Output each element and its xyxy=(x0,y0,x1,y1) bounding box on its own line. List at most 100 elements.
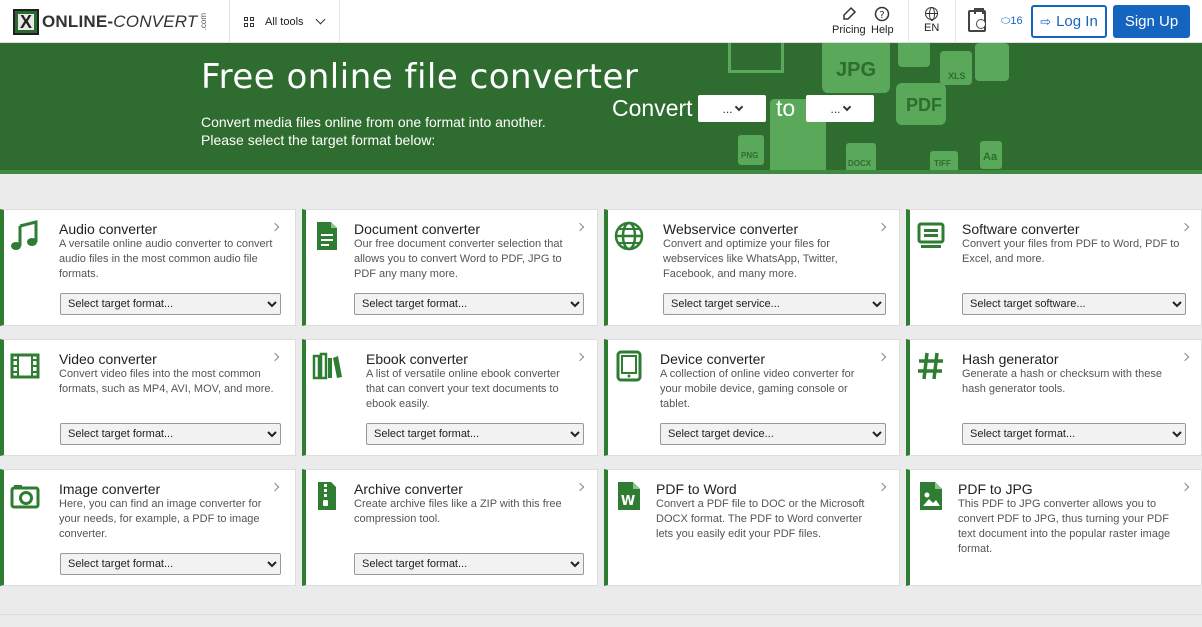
login-button[interactable]: ⇨ Log In xyxy=(1031,5,1107,38)
card-document-converter[interactable]: Document converter Our free document con… xyxy=(302,209,598,326)
top-navbar: ONLINE-CONVERT .com All tools Pricing ? … xyxy=(0,0,1202,43)
target-format-select[interactable]: Select target format... xyxy=(354,293,584,315)
card-archive-converter[interactable]: Archive converter Create archive files l… xyxy=(302,469,598,586)
hero-bottom-strip xyxy=(0,170,1202,174)
target-service-select[interactable]: Select target service... xyxy=(663,293,886,315)
card-description: A collection of online video converter f… xyxy=(660,368,855,410)
card-image-converter[interactable]: Image converter Here, you can find an im… xyxy=(0,469,296,586)
film-strip-icon xyxy=(10,353,40,379)
word-file-icon: W xyxy=(618,482,640,510)
from-format-select[interactable]: ... xyxy=(698,95,766,122)
signup-button[interactable]: Sign Up xyxy=(1113,5,1190,38)
chevron-right-icon xyxy=(575,352,585,362)
all-tools-label: All tools xyxy=(265,15,304,28)
jpg-file-icon: JPG xyxy=(822,43,890,93)
hash-icon xyxy=(918,352,943,380)
pricing-link[interactable]: Pricing xyxy=(832,6,866,36)
to-label: to xyxy=(776,95,796,121)
card-software-converter[interactable]: Software converter Convert your files fr… xyxy=(906,209,1202,326)
font-file-icon: Aa xyxy=(980,141,1002,169)
target-format-select[interactable]: Select target format... xyxy=(60,293,281,315)
card-title: PDF to JPG xyxy=(958,481,1033,497)
target-format-select[interactable]: Select target format... xyxy=(366,423,584,445)
target-software-select[interactable]: Select target software... xyxy=(962,293,1186,315)
card-title: Archive converter xyxy=(354,481,463,497)
card-description: Here, you can find an image converter fo… xyxy=(59,498,262,540)
zip-file-icon xyxy=(318,482,336,510)
logo-text: ONLINE-CONVERT xyxy=(42,11,198,31)
card-description: Our free document converter selection th… xyxy=(354,238,563,280)
hero-title: Free online file converter xyxy=(201,57,639,97)
camera-icon xyxy=(10,485,40,509)
clipboard-history-icon[interactable] xyxy=(968,8,986,32)
card-title: Device converter xyxy=(660,351,766,367)
chevron-down-icon xyxy=(315,14,325,25)
image-file-icon xyxy=(920,482,942,510)
to-format-select[interactable]: ... xyxy=(806,95,874,122)
grid-icon xyxy=(244,16,254,27)
target-device-select[interactable]: Select target device... xyxy=(660,423,886,445)
from-format-value: ... xyxy=(722,101,733,116)
card-hash-generator[interactable]: Hash generator Generate a hash or checks… xyxy=(906,339,1202,456)
to-format-value: ... xyxy=(830,101,841,116)
credits-counter[interactable]: ⬭16 xyxy=(1001,15,1023,28)
image-file-icon xyxy=(898,43,930,67)
login-icon: ⇨ xyxy=(1040,13,1052,29)
target-format-select[interactable]: Select target format... xyxy=(962,423,1186,445)
target-format-select[interactable]: Select target format... xyxy=(60,553,281,575)
docx-file-icon: DOCX xyxy=(846,143,876,173)
chevron-right-icon xyxy=(575,482,585,492)
card-description: A versatile online audio converter to co… xyxy=(59,238,273,280)
card-description: Convert your files from PDF to Word, PDF… xyxy=(962,238,1180,265)
pdf-file-icon: PDF xyxy=(896,83,946,125)
card-description: Convert a PDF file to DOC or the Microso… xyxy=(656,498,865,540)
books-icon xyxy=(312,352,342,380)
divider xyxy=(339,0,340,43)
card-title: Ebook converter xyxy=(366,351,468,367)
document-icon xyxy=(317,222,337,250)
help-label: Help xyxy=(871,24,894,36)
card-description: Generate a hash or checksum with these h… xyxy=(962,368,1162,395)
pricing-label: Pricing xyxy=(832,24,866,36)
card-video-converter[interactable]: Video converter Convert video files into… xyxy=(0,339,296,456)
card-pdf-to-word[interactable]: W PDF to Word Convert a PDF file to DOC … xyxy=(604,469,900,586)
xls-file-icon: XLS xyxy=(940,51,972,85)
target-format-select[interactable]: Select target format... xyxy=(354,553,584,575)
card-title: Audio converter xyxy=(59,221,158,237)
card-webservice-converter[interactable]: Webservice converter Convert and optimiz… xyxy=(604,209,900,326)
card-device-converter[interactable]: Device converter A collection of online … xyxy=(604,339,900,456)
chevron-right-icon xyxy=(1180,222,1190,232)
logo-icon xyxy=(13,8,39,35)
card-ebook-converter[interactable]: Ebook converter A list of versatile onli… xyxy=(302,339,598,456)
card-description: Convert video files into the most common… xyxy=(59,368,274,395)
globe-icon xyxy=(925,7,939,21)
question-circle-icon: ? xyxy=(875,6,890,22)
card-description: This PDF to JPG converter allows you to … xyxy=(958,498,1171,555)
card-audio-converter[interactable]: Audio converter A versatile online audio… xyxy=(0,209,296,326)
target-format-select[interactable]: Select target format... xyxy=(60,423,281,445)
card-title: Image converter xyxy=(59,481,161,497)
card-title: PDF to Word xyxy=(656,481,737,497)
login-label: Log In xyxy=(1056,13,1098,30)
svg-text:W: W xyxy=(621,494,635,509)
divider xyxy=(955,0,956,43)
chevron-right-icon xyxy=(270,482,280,492)
language-selector[interactable]: EN xyxy=(924,6,939,34)
chevron-right-icon xyxy=(877,482,887,492)
card-title: Webservice converter xyxy=(663,221,799,237)
site-logo[interactable]: ONLINE-CONVERT .com xyxy=(13,8,208,35)
card-pdf-to-jpg[interactable]: PDF to JPG This PDF to JPG converter all… xyxy=(906,469,1202,586)
chevron-right-icon xyxy=(270,222,280,232)
help-link[interactable]: ? Help xyxy=(871,6,894,36)
language-label: EN xyxy=(924,22,940,34)
chevron-right-icon xyxy=(1180,482,1190,492)
tag-icon xyxy=(843,6,856,20)
card-title: Document converter xyxy=(354,221,481,237)
all-tools-menu[interactable]: All tools xyxy=(244,0,325,43)
chevron-down-icon xyxy=(842,102,851,111)
divider xyxy=(908,0,909,43)
chevron-right-icon xyxy=(575,222,585,232)
music-note-icon xyxy=(11,220,38,250)
globe-icon xyxy=(614,221,644,251)
tablet-icon xyxy=(616,350,642,382)
